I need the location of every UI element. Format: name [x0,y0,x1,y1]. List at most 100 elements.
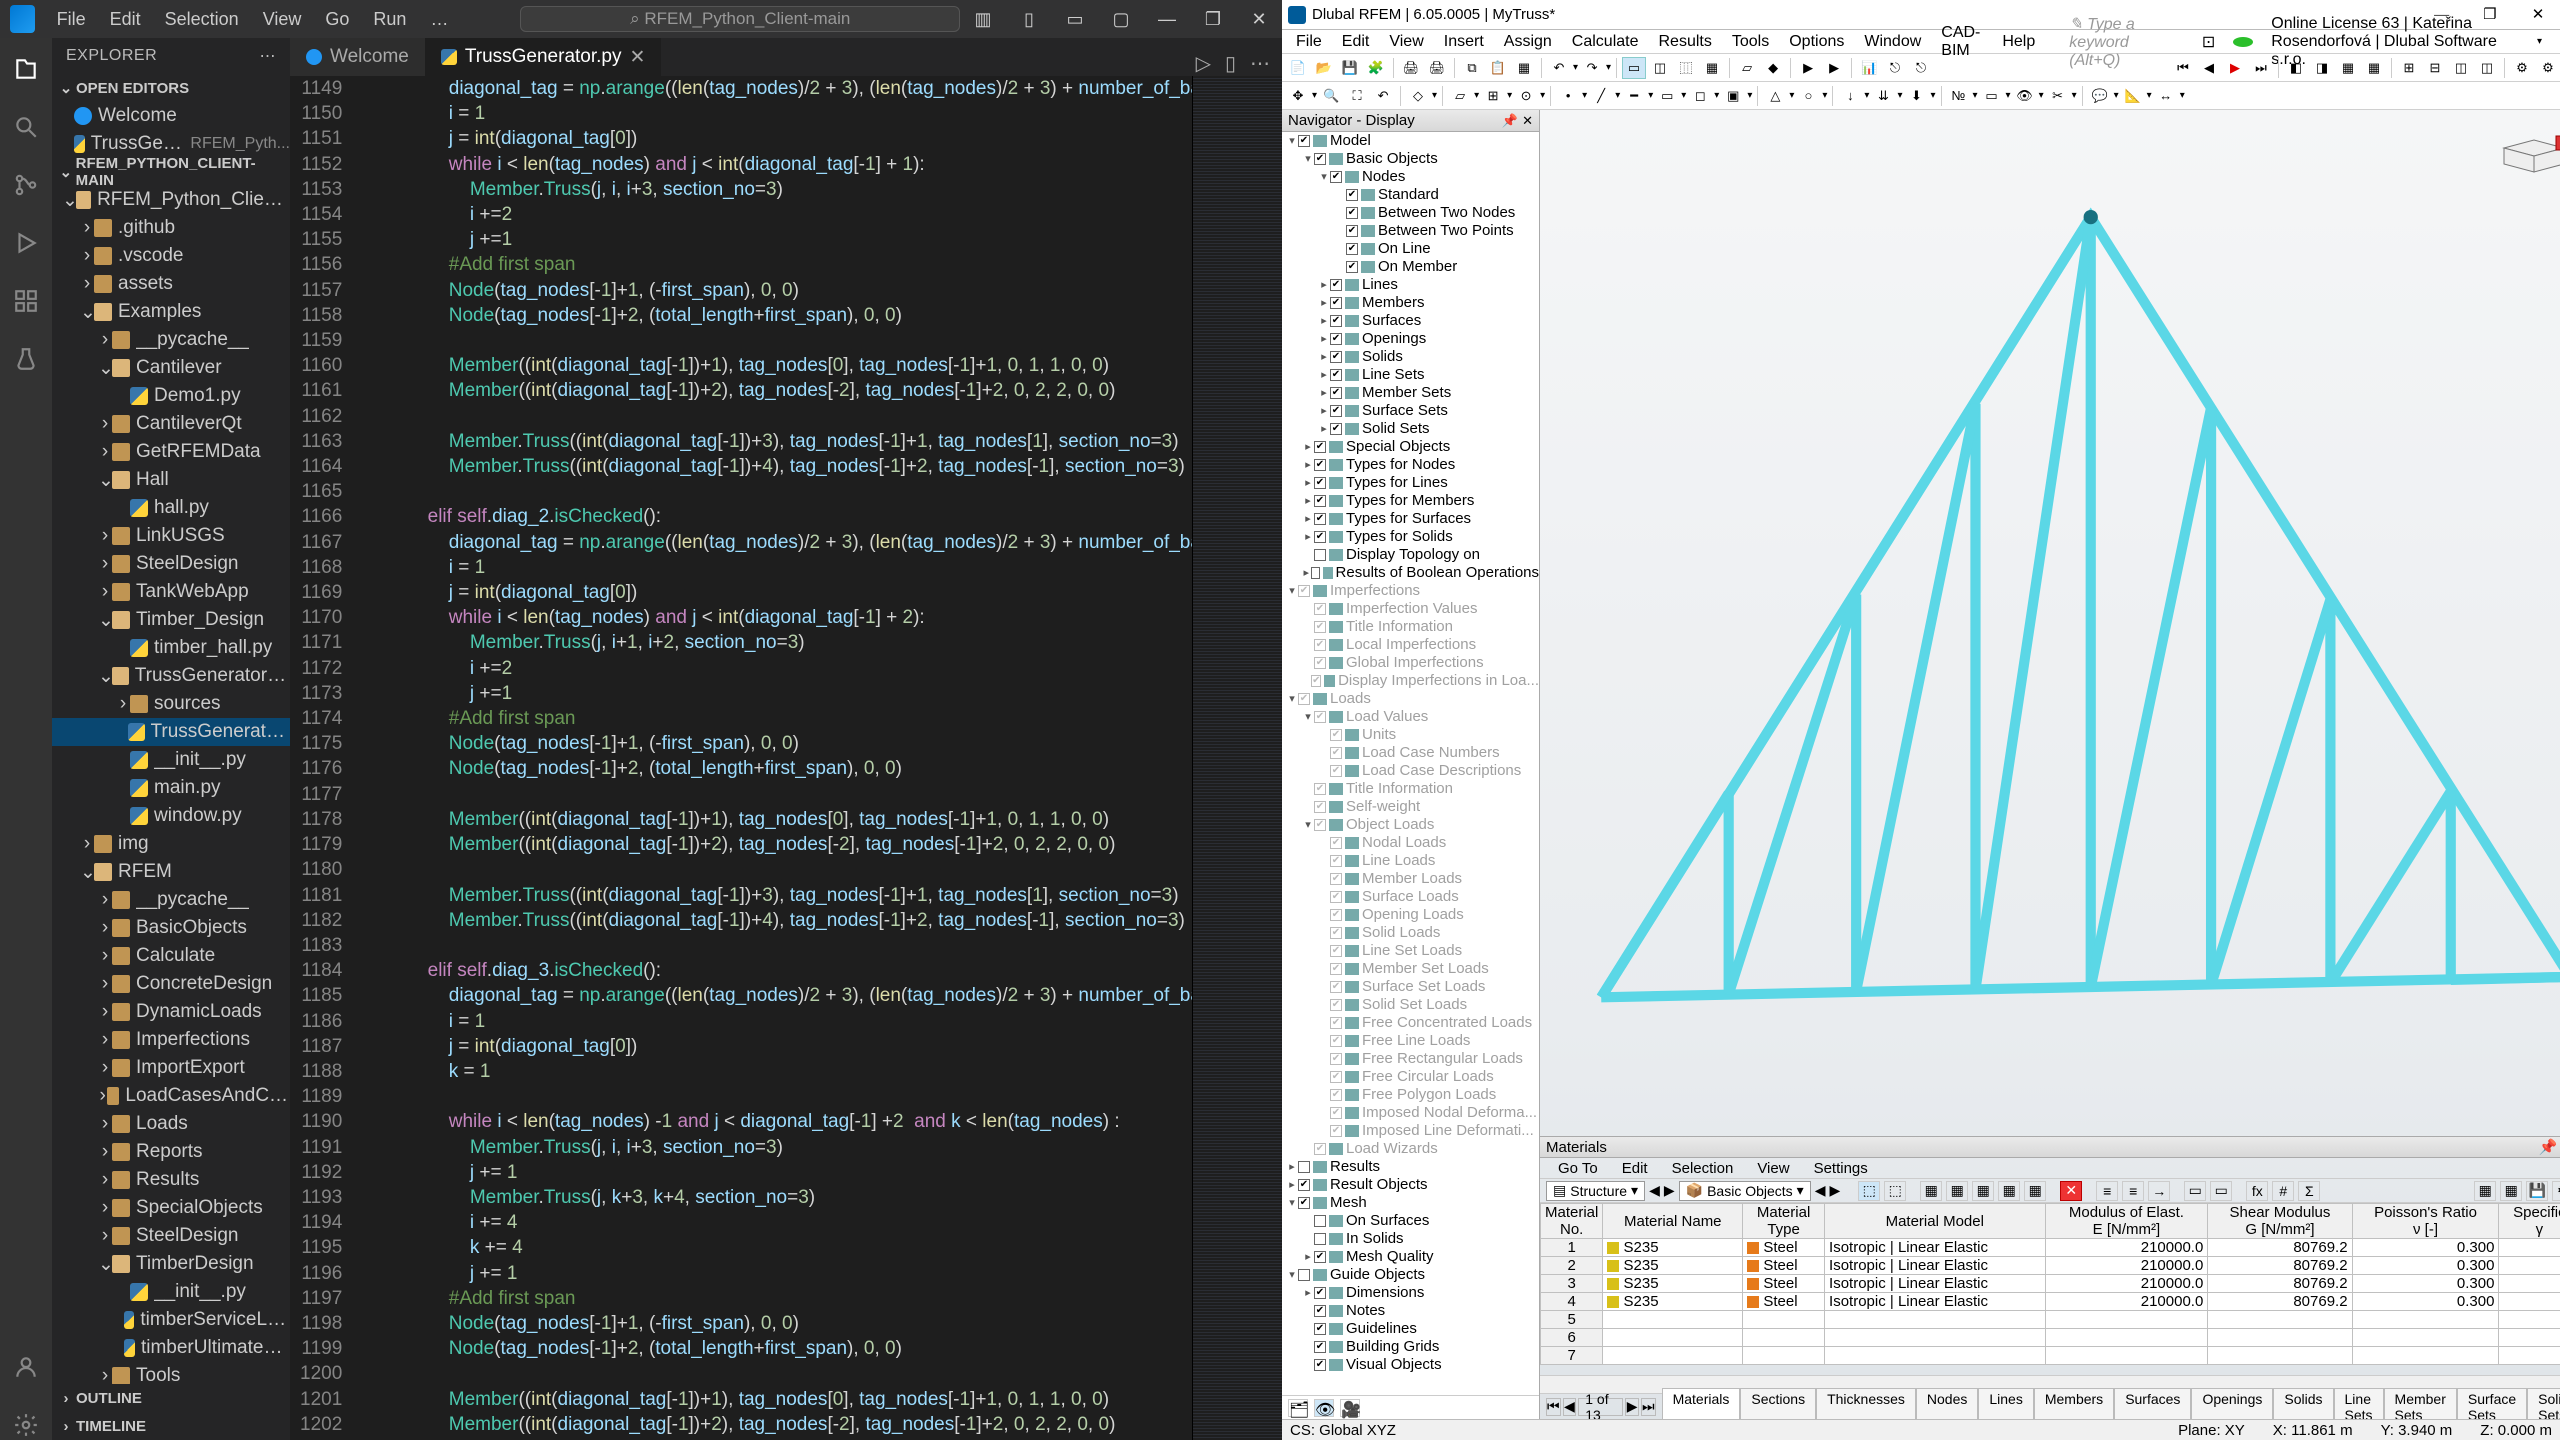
nav-item-mesh[interactable]: ▾✔Mesh [1282,1194,1539,1212]
model-viewport[interactable]: X Materials📌 ✕ Go ToEditSelectionViewSet… [1540,110,2560,1419]
col-header[interactable]: Poisson's Ratioν [-] [2352,1204,2499,1239]
mat-tab-solids[interactable]: Solids [2273,1388,2333,1419]
nav-data-tab[interactable]: 🗂 [1288,1399,1308,1417]
folder-specialobjects[interactable]: ›SpecialObjects [52,1194,290,1222]
col-header[interactable]: Specificγ [2499,1204,2560,1239]
copy-icon[interactable]: ⧉ [1460,57,1484,79]
tool-icon[interactable]: ▦ [1998,1181,2020,1201]
solid-icon[interactable]: ▣ [1721,85,1745,107]
folder-cantilever[interactable]: ⌄Cantilever [52,354,290,382]
nav-item-solid-sets[interactable]: ▸✔Solid Sets [1282,420,1539,438]
first-icon[interactable]: ⏮ [1546,1398,1561,1416]
next-icon[interactable]: ▶ [1625,1398,1639,1416]
settings-gear-icon[interactable] [11,1410,41,1440]
nav-item-visual-objects[interactable]: ✔Visual Objects [1282,1356,1539,1374]
tables-icon[interactable]: ▦ [1512,57,1536,79]
folder--pycache-[interactable]: ›__pycache__ [52,886,290,914]
nav-item-types-for-solids[interactable]: ▸✔Types for Solids [1282,528,1539,546]
folder-sources[interactable]: ›sources [52,690,290,718]
nav-item-surfaces[interactable]: ▸✔Surfaces [1282,312,1539,330]
measure-icon[interactable]: 📐 [2121,85,2145,107]
opening-icon[interactable]: ◻ [1688,85,1712,107]
mat-tab-thicknesses[interactable]: Thicknesses [1816,1388,1916,1419]
tool-icon[interactable]: ⊞ [2397,57,2421,79]
folder-dynamicloads[interactable]: ›DynamicLoads [52,998,290,1026]
view2-icon[interactable]: ◫ [1648,57,1672,79]
testing-icon[interactable] [11,344,41,374]
source-control-icon[interactable] [11,170,41,200]
nav-item-local-imperfections[interactable]: ✔Local Imperfections [1282,636,1539,654]
tool-icon[interactable]: ◫ [2449,57,2473,79]
nav-item-types-for-members[interactable]: ▸✔Types for Members [1282,492,1539,510]
file-main-py[interactable]: main.py [52,774,290,802]
command-center[interactable]: ⌕ RFEM_Python_Client-main [520,6,960,32]
new-icon[interactable]: 📄 [1286,57,1310,79]
menu-file[interactable]: File [45,9,98,30]
calc-all-icon[interactable]: ▶ [1822,57,1846,79]
folder-assets[interactable]: ›assets [52,270,290,298]
tool-icon[interactable]: ▭ [2184,1181,2206,1201]
folder--github[interactable]: ›.github [52,214,290,242]
nav-item-self-weight[interactable]: ✔Self-weight [1282,798,1539,816]
nav-item-dimensions[interactable]: ▸✔Dimensions [1282,1284,1539,1302]
load-icon[interactable]: ↓ [1838,85,1862,107]
folder-basicobjects[interactable]: ›BasicObjects [52,914,290,942]
run-icon[interactable]: ▷ [1196,51,1211,76]
close-icon[interactable]: ✕ [1522,113,1533,129]
col-header[interactable]: Modulus of Elast.E [N/mm²] [2045,1204,2208,1239]
nav-item-surface-loads[interactable]: ✔Surface Loads [1282,888,1539,906]
nav-item-types-for-nodes[interactable]: ▸✔Types for Nodes [1282,456,1539,474]
prev-view-icon[interactable]: ↶ [1371,85,1395,107]
nav-item-imperfections[interactable]: ▾✔Imperfections [1282,582,1539,600]
tab-trussgenerator-py[interactable]: TrussGenerator.py✕ [425,38,662,76]
folder--pycache-[interactable]: ›__pycache__ [52,326,290,354]
calc-icon[interactable]: ▶ [1796,57,1820,79]
navigator-tree[interactable]: ▾✔Model▾✔Basic Objects▾✔Nodes✔Standard✔B… [1282,132,1539,1395]
folder-tankwebapp[interactable]: ›TankWebApp [52,578,290,606]
folder-timberdesign[interactable]: ⌄TimberDesign [52,1250,290,1278]
tool-icon[interactable]: ▦ [2474,1181,2496,1201]
load-icon[interactable]: ⬇ [1904,85,1928,107]
close-tab-icon[interactable]: ✕ [629,46,645,69]
nav-first-icon[interactable]: ⏮ [2171,57,2195,79]
nav-item-title-information[interactable]: ✔Title Information [1282,780,1539,798]
nav-item-lines[interactable]: ▸✔Lines [1282,276,1539,294]
tool-icon[interactable]: ▦ [2500,1181,2522,1201]
menu-view[interactable]: View [251,9,314,30]
panel-toggle-icon[interactable]: ▢ [1098,9,1144,30]
table-row[interactable]: 3 S235 SteelIsotropic | Linear Elastic21… [1541,1275,2560,1293]
nav-item-nodal-loads[interactable]: ✔Nodal Loads [1282,834,1539,852]
tool-icon[interactable]: Σ [2298,1181,2320,1201]
nav-item-results-of-boolean-operations[interactable]: ▸Results of Boolean Operations [1282,564,1539,582]
nav-prev-icon[interactable]: ◀ [2197,57,2221,79]
outline-section[interactable]: ›OUTLINE [52,1384,290,1412]
menu-assign[interactable]: Assign [1494,33,1562,51]
tool-icon[interactable]: ⚙ [2536,57,2560,79]
mat-menu-go-to[interactable]: Go To [1546,1160,1610,1177]
view4-icon[interactable]: ▦ [1700,57,1724,79]
mat-tab-solid-sets[interactable]: Solid Sets [2527,1388,2560,1419]
dim-icon[interactable]: ↔ [2154,85,2178,107]
iso-view-icon[interactable]: ◇ [1406,85,1430,107]
snap-icon[interactable]: ⊙ [1514,85,1538,107]
nav-item-members[interactable]: ▸✔Members [1282,294,1539,312]
mat-tab-members[interactable]: Members [2034,1388,2114,1419]
zoom-all-icon[interactable]: ⛶ [1345,85,1369,107]
nav-item-line-loads[interactable]: ✔Line Loads [1282,852,1539,870]
file-window-py[interactable]: window.py [52,802,290,830]
grid-icon[interactable]: ⊞ [1481,85,1505,107]
mat-tab-sections[interactable]: Sections [1740,1388,1816,1419]
tool-icon[interactable]: ◫ [2475,57,2499,79]
run-debug-icon[interactable] [11,228,41,258]
file-timberultimateconfiguration-[interactable]: timberUltimateConfiguration... [52,1334,290,1362]
tab-welcome[interactable]: Welcome [290,38,425,76]
member-icon[interactable]: ━ [1622,85,1646,107]
mat-tab-member-sets[interactable]: Member Sets [2384,1388,2457,1419]
mat-tab-openings[interactable]: Openings [2191,1388,2273,1419]
nav-item-solid-set-loads[interactable]: ✔Solid Set Loads [1282,996,1539,1014]
filter-structure[interactable]: ▤ Structure ▾ [1546,1181,1645,1201]
nav-item-surface-set-loads[interactable]: ✔Surface Set Loads [1282,978,1539,996]
nav-item-on-surfaces[interactable]: On Surfaces [1282,1212,1539,1230]
folder-steeldesign[interactable]: ›SteelDesign [52,550,290,578]
folder-imperfections[interactable]: ›Imperfections [52,1026,290,1054]
